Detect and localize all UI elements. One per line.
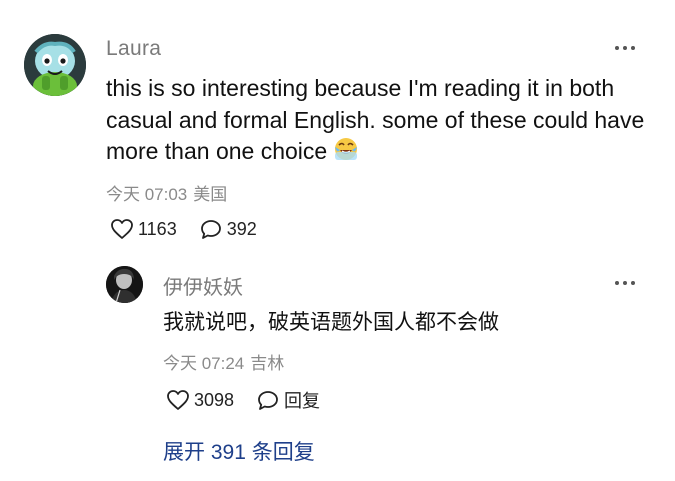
reply-actions: 3098 回复 [166,387,320,413]
reply-button[interactable]: 392 [199,218,257,240]
reply-meta: 今天 07:24 吉林 [163,349,284,374]
reply-text: 我就说吧，破英语题外国人都不会做 [163,311,499,334]
avatar[interactable] [106,266,143,303]
heart-icon [111,219,133,239]
expand-replies-link[interactable]: 展开 391 条回复 [163,436,315,466]
person-avatar-icon [106,266,143,303]
like-count: 3098 [194,389,235,410]
more-dots-icon [611,271,639,295]
reply-button[interactable]: 回复 [256,387,320,413]
comment-time: 今天 07:03 [106,185,188,204]
reply-card: 伊伊妖妖 我就说吧，破英语题外国人都不会做 今天 07:24 吉林 3098 回复 [0,255,675,420]
cartoon-avatar-icon [24,34,86,96]
comment-author[interactable]: Laura [106,37,161,61]
crying-laughing-emoji-icon [333,136,359,171]
reply-time: 今天 07:24 [163,354,245,373]
like-count: 1163 [138,218,177,239]
avatar[interactable] [24,34,86,96]
reply-count: 392 [226,218,257,239]
like-button[interactable]: 3098 [166,389,234,411]
more-options-button[interactable] [611,271,639,295]
comment-card: Laura this is so interesting because I'm… [0,0,675,255]
comment-bubble-icon [200,220,221,239]
comment-text-block: this is so interesting because I'm readi… [106,73,646,171]
heart-icon [167,390,189,410]
reply-location: 吉林 [250,354,285,373]
comment-bubble-icon [258,391,278,410]
comment-meta: 今天 07:03 美国 [106,180,227,205]
like-button[interactable]: 1163 [110,218,177,240]
more-options-button[interactable] [611,36,639,60]
more-dots-icon [611,36,639,60]
comment-text: this is so interesting because I'm readi… [106,75,645,164]
reply-label: 回复 [284,391,321,411]
comment-actions: 1163 392 [110,218,257,240]
reply-author[interactable]: 伊伊妖妖 [163,271,243,300]
comment-location: 美国 [193,185,228,204]
